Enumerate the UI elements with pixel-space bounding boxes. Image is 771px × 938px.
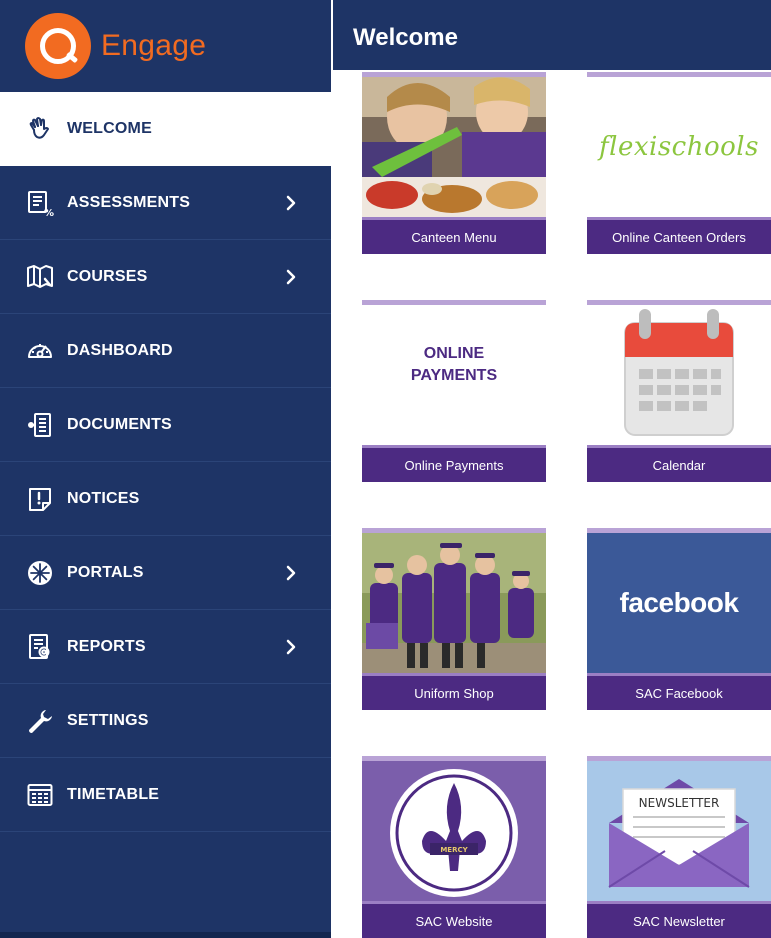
tile-caption: Online Payments: [362, 445, 546, 482]
sidebar-item-label: NOTICES: [67, 489, 140, 507]
flexischools-logo-text: flexischools: [599, 132, 759, 162]
assessments-icon: %: [25, 188, 55, 218]
tile-caption: SAC Website: [362, 901, 546, 938]
tile-sac-facebook[interactable]: facebook SAC Facebook: [587, 528, 771, 710]
canteen-photo: [362, 77, 546, 217]
svg-text:%: %: [44, 208, 54, 217]
brand-header: Engage: [0, 0, 331, 92]
calendar-icon: [587, 305, 771, 445]
facebook-logo: facebook: [587, 533, 771, 673]
newsletter-heading: NEWSLETTER: [639, 796, 720, 810]
sidebar-item-settings[interactable]: SETTINGS: [0, 684, 331, 758]
flexischools-logo: flexischools: [587, 77, 771, 217]
book-icon: [25, 262, 55, 292]
app-name: Engage: [101, 29, 207, 62]
school-crest: MERCY: [362, 761, 546, 901]
chevron-right-icon: [286, 565, 296, 581]
document-icon: [25, 410, 55, 440]
portal-icon: [25, 558, 55, 588]
sidebar-item-label: COURSES: [67, 267, 148, 285]
tile-online-canteen-orders[interactable]: flexischools Online Canteen Orders: [587, 72, 771, 254]
calendar-grid-icon: [25, 780, 55, 810]
wrench-icon: [25, 706, 55, 736]
sidebar-item-dashboard[interactable]: DASHBOARD: [0, 314, 331, 388]
online-payments-graphic: ONLINE PAYMENTS: [362, 305, 546, 445]
sidebar-item-courses[interactable]: COURSES: [0, 240, 331, 314]
sidebar: Engage WELCOME % ASSESSMENTS COURSES DAS…: [0, 0, 331, 938]
sidebar-item-label: DASHBOARD: [67, 341, 173, 359]
tile-caption: Calendar: [587, 445, 771, 482]
chevron-right-icon: [286, 639, 296, 655]
chevron-right-icon: [286, 269, 296, 285]
chevron-right-icon: [286, 195, 296, 211]
newsletter-envelope: NEWSLETTER: [587, 761, 771, 901]
page-title: Welcome: [353, 24, 458, 51]
engage-logo-icon: [25, 13, 91, 79]
sidebar-item-reports[interactable]: REPORTS: [0, 610, 331, 684]
hand-wave-icon: [25, 114, 55, 144]
tile-online-payments[interactable]: ONLINE PAYMENTS Online Payments: [362, 300, 546, 482]
gauge-icon: [25, 336, 55, 366]
crest-ribbon-text: MERCY: [440, 846, 468, 854]
sidebar-item-documents[interactable]: DOCUMENTS: [0, 388, 331, 462]
payments-heading-line1: ONLINE: [423, 345, 485, 362]
tile-uniform-shop[interactable]: Uniform Shop: [362, 528, 546, 710]
sidebar-item-notices[interactable]: NOTICES: [0, 462, 331, 536]
sidebar-item-welcome[interactable]: WELCOME: [0, 92, 331, 166]
sidebar-item-label: TIMETABLE: [67, 785, 160, 803]
report-icon: [25, 632, 55, 662]
tile-caption: SAC Facebook: [587, 673, 771, 710]
sidebar-item-timetable[interactable]: TIMETABLE: [0, 758, 331, 832]
sidebar-item-portals[interactable]: PORTALS: [0, 536, 331, 610]
facebook-logo-text: facebook: [619, 587, 739, 618]
tile-caption: Uniform Shop: [362, 673, 546, 710]
tile-sac-newsletter[interactable]: NEWSLETTER SAC Newsletter: [587, 756, 771, 938]
tile-caption: Canteen Menu: [362, 217, 546, 254]
top-header: Welcome: [333, 0, 771, 70]
tile-caption: Online Canteen Orders: [587, 217, 771, 254]
sidebar-item-assessments[interactable]: % ASSESSMENTS: [0, 166, 331, 240]
sidebar-item-label: PORTALS: [67, 563, 144, 581]
sidebar-item-label: ASSESSMENTS: [67, 193, 191, 211]
tile-caption: SAC Newsletter: [587, 901, 771, 938]
sidebar-item-label: REPORTS: [67, 637, 146, 655]
tile-canteen-menu[interactable]: Canteen Menu: [362, 72, 546, 254]
sidebar-footer-bar: [0, 932, 331, 938]
sidebar-item-label: SETTINGS: [67, 711, 149, 729]
sidebar-item-label: DOCUMENTS: [67, 415, 172, 433]
payments-heading-line2: PAYMENTS: [410, 367, 498, 384]
tile-sac-website[interactable]: MERCY SAC Website: [362, 756, 546, 938]
tile-calendar[interactable]: Calendar: [587, 300, 771, 482]
sidebar-item-label: WELCOME: [67, 119, 152, 137]
students-photo: [362, 533, 546, 673]
notice-icon: [25, 484, 55, 514]
